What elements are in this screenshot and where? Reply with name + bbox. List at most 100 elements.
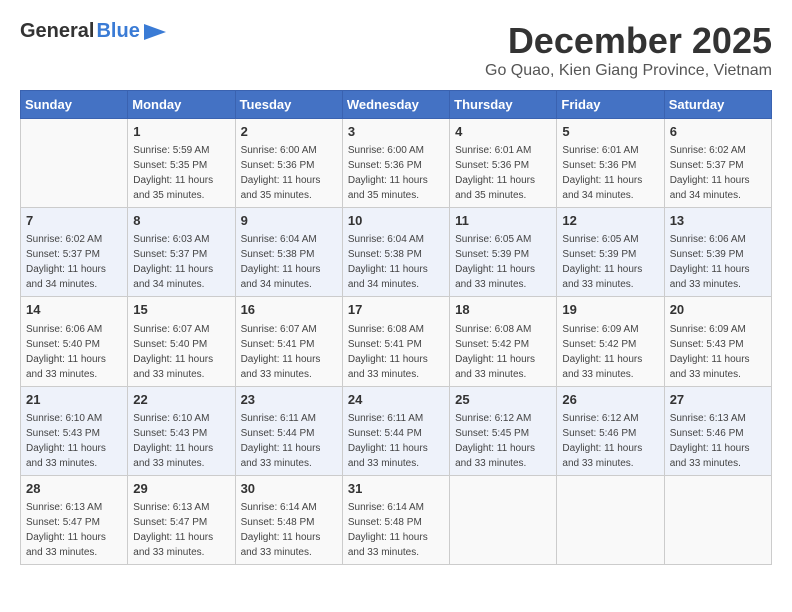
calendar-day-11: 11 Sunrise: 6:05 AMSunset: 5:39 PMDayligh… — [450, 208, 557, 297]
calendar-week-5: 28Sunrise: 6:13 AMSunset: 5:47 PMDayligh… — [21, 475, 772, 564]
day-number: 7 — [26, 212, 122, 230]
day-info: Sunrise: 6:13 AMSunset: 5:47 PMDaylight:… — [26, 500, 122, 560]
calendar-day-16: 16 Sunrise: 6:07 AMSunset: 5:41 PMDayligh… — [235, 297, 342, 386]
day-info: Sunrise: 6:09 AMSunset: 5:43 PMDaylight:… — [670, 322, 766, 382]
calendar-day-2: 2Sunrise: 6:00 AMSunset: 5:36 PMDaylight… — [235, 119, 342, 208]
day-info: Sunrise: 6:07 AMSunset: 5:40 PMDaylight:… — [133, 322, 229, 382]
day-number: 15 — [133, 301, 229, 319]
day-number: 16 — [241, 301, 337, 319]
day-number: 20 — [670, 301, 766, 319]
day-info: Sunrise: 6:07 AMSunset: 5:41 PMDaylight:… — [241, 322, 337, 382]
day-number: 8 — [133, 212, 229, 230]
day-number: 21 — [26, 391, 122, 409]
column-header-thursday: Thursday — [450, 91, 557, 119]
calendar-day-25: 25Sunrise: 6:12 AMSunset: 5:45 PMDayligh… — [450, 386, 557, 475]
day-number: 30 — [241, 480, 337, 498]
calendar-day-30: 30 Sunrise: 6:14 AMSunset: 5:48 PMDayligh… — [235, 475, 342, 564]
calendar-week-3: 14Sunrise: 6:06 AMSunset: 5:40 PMDayligh… — [21, 297, 772, 386]
calendar-empty-cell — [450, 475, 557, 564]
day-info: Sunrise: 6:06 AMSunset: 5:39 PMDaylight:… — [670, 232, 766, 292]
day-info: Sunrise: 6:08 AMSunset: 5:42 PMDaylight:… — [455, 322, 551, 382]
day-info: Sunrise: 6:02 AMSunset: 5:37 PMDaylight:… — [670, 143, 766, 203]
calendar-day-28: 28Sunrise: 6:13 AMSunset: 5:47 PMDayligh… — [21, 475, 128, 564]
title-section: December 2025 Go Quao, Kien Giang Provin… — [485, 20, 772, 80]
calendar-day-22: 22Sunrise: 6:10 AMSunset: 5:43 PMDayligh… — [128, 386, 235, 475]
calendar-day-3: 3Sunrise: 6:00 AMSunset: 5:36 PMDaylight… — [342, 119, 449, 208]
calendar-day-10: 10Sunrise: 6:04 AMSunset: 5:38 PMDayligh… — [342, 208, 449, 297]
calendar-day-31: 31 Sunrise: 6:14 AMSunset: 5:48 PMDayligh… — [342, 475, 449, 564]
day-info: Sunrise: 6:10 AMSunset: 5:43 PMDaylight:… — [133, 411, 229, 471]
day-number: 13 — [670, 212, 766, 230]
calendar-table: SundayMondayTuesdayWednesdayThursdayFrid… — [20, 90, 772, 565]
column-header-monday: Monday — [128, 91, 235, 119]
day-number: 31 — [348, 480, 444, 498]
day-info: Sunrise: 6:04 AMSunset: 5:38 PMDaylight:… — [348, 232, 444, 292]
calendar-day-26: 26Sunrise: 6:12 AMSunset: 5:46 PMDayligh… — [557, 386, 664, 475]
calendar-week-4: 21 Sunrise: 6:10 AMSunset: 5:43 PMDayligh… — [21, 386, 772, 475]
calendar-week-1: 1Sunrise: 5:59 AMSunset: 5:35 PMDaylight… — [21, 119, 772, 208]
calendar-empty-cell — [21, 119, 128, 208]
calendar-day-21: 21 Sunrise: 6:10 AMSunset: 5:43 PMDayligh… — [21, 386, 128, 475]
calendar-empty-cell — [557, 475, 664, 564]
calendar-day-1: 1Sunrise: 5:59 AMSunset: 5:35 PMDaylight… — [128, 119, 235, 208]
calendar-day-15: 15 Sunrise: 6:07 AMSunset: 5:40 PMDayligh… — [128, 297, 235, 386]
calendar-day-8: 8 Sunrise: 6:03 AMSunset: 5:37 PMDaylight… — [128, 208, 235, 297]
day-number: 14 — [26, 301, 122, 319]
calendar-day-19: 19 Sunrise: 6:09 AMSunset: 5:42 PMDayligh… — [557, 297, 664, 386]
calendar-header-row: SundayMondayTuesdayWednesdayThursdayFrid… — [21, 91, 772, 119]
calendar-day-12: 12Sunrise: 6:05 AMSunset: 5:39 PMDayligh… — [557, 208, 664, 297]
day-number: 4 — [455, 123, 551, 141]
day-number: 11 — [455, 212, 551, 230]
day-info: Sunrise: 6:09 AMSunset: 5:42 PMDaylight:… — [562, 322, 658, 382]
day-number: 5 — [562, 123, 658, 141]
day-number: 25 — [455, 391, 551, 409]
day-number: 9 — [241, 212, 337, 230]
day-info: Sunrise: 6:02 AMSunset: 5:37 PMDaylight:… — [26, 232, 122, 292]
day-info: Sunrise: 6:13 AMSunset: 5:47 PMDaylight:… — [133, 500, 229, 560]
day-number: 12 — [562, 212, 658, 230]
day-number: 29 — [133, 480, 229, 498]
day-info: Sunrise: 6:01 AMSunset: 5:36 PMDaylight:… — [455, 143, 551, 203]
calendar-day-23: 23Sunrise: 6:11 AMSunset: 5:44 PMDayligh… — [235, 386, 342, 475]
location-title: Go Quao, Kien Giang Province, Vietnam — [485, 62, 772, 80]
day-number: 19 — [562, 301, 658, 319]
day-info: Sunrise: 6:11 AMSunset: 5:44 PMDaylight:… — [348, 411, 444, 471]
day-info: Sunrise: 5:59 AMSunset: 5:35 PMDaylight:… — [133, 143, 229, 203]
column-header-tuesday: Tuesday — [235, 91, 342, 119]
day-info: Sunrise: 6:08 AMSunset: 5:41 PMDaylight:… — [348, 322, 444, 382]
day-number: 24 — [348, 391, 444, 409]
day-number: 18 — [455, 301, 551, 319]
page-header: General Blue December 2025 Go Quao, Kien… — [20, 20, 772, 80]
month-title: December 2025 — [485, 20, 772, 62]
day-info: Sunrise: 6:14 AMSunset: 5:48 PMDaylight:… — [348, 500, 444, 560]
calendar-empty-cell — [664, 475, 771, 564]
day-number: 27 — [670, 391, 766, 409]
calendar-day-13: 13 Sunrise: 6:06 AMSunset: 5:39 PMDayligh… — [664, 208, 771, 297]
day-number: 26 — [562, 391, 658, 409]
calendar-day-9: 9 Sunrise: 6:04 AMSunset: 5:38 PMDaylight… — [235, 208, 342, 297]
day-info: Sunrise: 6:01 AMSunset: 5:36 PMDaylight:… — [562, 143, 658, 203]
day-info: Sunrise: 6:14 AMSunset: 5:48 PMDaylight:… — [241, 500, 337, 560]
day-info: Sunrise: 6:03 AMSunset: 5:37 PMDaylight:… — [133, 232, 229, 292]
day-info: Sunrise: 6:11 AMSunset: 5:44 PMDaylight:… — [241, 411, 337, 471]
day-info: Sunrise: 6:13 AMSunset: 5:46 PMDaylight:… — [670, 411, 766, 471]
calendar-day-4: 4 Sunrise: 6:01 AMSunset: 5:36 PMDaylight… — [450, 119, 557, 208]
day-number: 6 — [670, 123, 766, 141]
calendar-day-7: 7 Sunrise: 6:02 AMSunset: 5:37 PMDaylight… — [21, 208, 128, 297]
column-header-wednesday: Wednesday — [342, 91, 449, 119]
logo-flag-icon — [144, 24, 166, 40]
column-header-friday: Friday — [557, 91, 664, 119]
calendar-day-29: 29 Sunrise: 6:13 AMSunset: 5:47 PMDayligh… — [128, 475, 235, 564]
day-number: 3 — [348, 123, 444, 141]
calendar-week-2: 7 Sunrise: 6:02 AMSunset: 5:37 PMDaylight… — [21, 208, 772, 297]
day-number: 17 — [348, 301, 444, 319]
calendar-day-6: 6 Sunrise: 6:02 AMSunset: 5:37 PMDaylight… — [664, 119, 771, 208]
calendar-day-17: 17 Sunrise: 6:08 AMSunset: 5:41 PMDayligh… — [342, 297, 449, 386]
day-info: Sunrise: 6:10 AMSunset: 5:43 PMDaylight:… — [26, 411, 122, 471]
calendar-day-14: 14Sunrise: 6:06 AMSunset: 5:40 PMDayligh… — [21, 297, 128, 386]
column-header-saturday: Saturday — [664, 91, 771, 119]
logo-general-text: General — [20, 20, 94, 43]
day-info: Sunrise: 6:04 AMSunset: 5:38 PMDaylight:… — [241, 232, 337, 292]
column-header-sunday: Sunday — [21, 91, 128, 119]
day-info: Sunrise: 6:05 AMSunset: 5:39 PMDaylight:… — [455, 232, 551, 292]
